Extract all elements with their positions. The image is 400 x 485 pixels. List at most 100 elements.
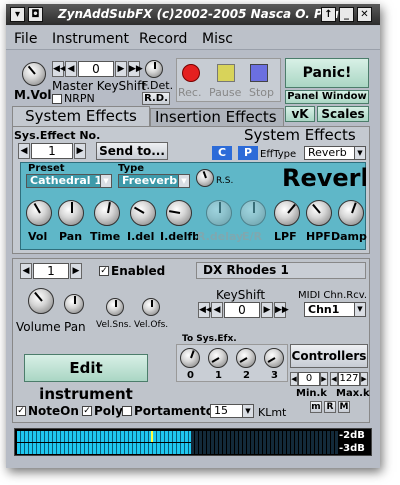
sys-effect-no-value[interactable]: 1 — [31, 143, 73, 159]
reverb-idel-knob[interactable] — [130, 200, 156, 226]
sys-effect-up-button[interactable]: ▶ — [74, 143, 86, 159]
part-keyshift-fast-down-button[interactable]: ◀◀ — [198, 302, 213, 318]
part-number-value[interactable]: 1 — [33, 263, 69, 279]
efftype-select[interactable]: Reverb ▼ — [304, 146, 366, 160]
reverb-vol-knob[interactable] — [26, 200, 52, 226]
preset-select[interactable]: Cathedral 1 ▼ — [26, 174, 112, 188]
nrpn-checkbox[interactable] — [52, 94, 62, 104]
noteon-checkbox[interactable]: ✓ — [16, 406, 26, 416]
enabled-checkbox[interactable]: ✓ — [99, 266, 109, 276]
title-bar: ▾ ◘ ZynAddSubFX (c)2002-2005 Nasca O. Pa… — [6, 4, 380, 25]
stop-label: Stop — [249, 86, 275, 99]
paste-effect-button[interactable]: P — [238, 146, 258, 160]
fine-detune-knob[interactable] — [145, 60, 163, 78]
part-keyshift-fast-up-button[interactable]: ▶▶ — [274, 302, 289, 318]
record-label: Rec. — [178, 86, 202, 99]
max-key-up-button[interactable]: ▶ — [360, 372, 368, 386]
menu-record[interactable]: Record — [139, 31, 187, 47]
controllers-button[interactable]: Controllers — [290, 344, 368, 368]
reverb-lpf-knob[interactable] — [274, 200, 300, 226]
reverb-damp-knob[interactable] — [338, 200, 364, 226]
virtual-keyboard-button[interactable]: vK — [285, 106, 315, 122]
part-volume-knob[interactable] — [28, 288, 54, 314]
instrument-name[interactable]: DX Rhodes 1 — [196, 262, 366, 279]
chevron-down-icon: ▼ — [242, 405, 253, 417]
reverb-pan-knob[interactable] — [58, 200, 84, 226]
min-key-value[interactable]: 0 — [298, 372, 320, 386]
part-keyshift-up-button[interactable]: ▶ — [261, 302, 273, 318]
raise-icon[interactable]: ↑ — [321, 7, 336, 22]
close-icon[interactable]: ✕ — [357, 7, 372, 22]
to-sys-efx-1-label: 1 — [215, 370, 222, 381]
to-sys-efx-0-knob[interactable] — [180, 348, 200, 368]
menu-misc[interactable]: Misc — [202, 31, 233, 47]
to-sys-efx-3-knob[interactable] — [264, 348, 284, 368]
vel-sns-knob[interactable] — [106, 298, 124, 316]
type-select[interactable]: Freeverb ▼ — [118, 174, 190, 188]
chevron-down-icon: ▼ — [178, 175, 189, 187]
to-sys-efx-2-label: 2 — [243, 370, 250, 381]
type-label: Type — [118, 163, 145, 174]
reset-detune-button[interactable]: R.D. — [142, 92, 170, 105]
part-down-button[interactable]: ◀ — [20, 263, 32, 279]
scales-button[interactable]: Scales — [317, 106, 369, 122]
sys-effect-down-button[interactable]: ◀ — [18, 143, 30, 159]
min-key-up-button[interactable]: ▶ — [320, 372, 328, 386]
keyshift-fast-up-button[interactable]: ▶▶ — [128, 61, 143, 77]
reverb-vol-label: Vol — [28, 230, 48, 243]
max-key-down-button[interactable]: ◀ — [330, 372, 338, 386]
poly-label: Poly — [94, 404, 123, 418]
reset-key-range-button[interactable]: R — [324, 401, 336, 413]
min-key-set-button[interactable]: m — [310, 401, 322, 413]
vu-left-bar — [17, 431, 191, 442]
vel-ofs-knob[interactable] — [142, 298, 160, 316]
vu-right-bar — [17, 443, 191, 454]
master-volume-knob[interactable] — [22, 62, 46, 86]
key-limit-select[interactable]: 15 ▼ — [210, 404, 254, 418]
stop-icon[interactable] — [250, 64, 268, 82]
portamento-label: Portamento — [134, 404, 214, 418]
window-menu-icon[interactable]: ▾ — [10, 7, 25, 22]
tab-insertion-effects[interactable]: Insertion Effects — [150, 108, 284, 126]
master-keyshift-label: Master KeyShift — [52, 79, 146, 93]
to-sys-efx-1-knob[interactable] — [208, 348, 228, 368]
record-icon[interactable] — [182, 64, 200, 82]
keyshift-down-button[interactable]: ◀ — [65, 61, 77, 77]
part-volume-label: Volume — [16, 320, 61, 334]
room-size-knob[interactable] — [196, 169, 214, 187]
part-keyshift-down-button[interactable]: ◀ — [211, 302, 223, 318]
panel-window-button[interactable]: Panel Window — [285, 90, 369, 104]
part-up-button[interactable]: ▶ — [70, 263, 82, 279]
midi-channel-select[interactable]: Chn1 ▼ — [304, 302, 366, 317]
to-sys-efx-2-knob[interactable] — [236, 348, 256, 368]
panic-button[interactable]: Panic! — [285, 58, 369, 88]
keyshift-fast-down-button[interactable]: ◀◀ — [52, 61, 67, 77]
max-key-set-button[interactable]: M — [338, 401, 350, 413]
minimize-icon[interactable]: _ — [339, 7, 354, 22]
menu-file[interactable]: File — [14, 31, 37, 47]
master-keyshift-value[interactable]: 0 — [78, 61, 114, 77]
reverb-idelfb-knob[interactable] — [166, 200, 192, 226]
window-settings-icon[interactable]: ◘ — [28, 7, 43, 22]
reverb-time-knob[interactable] — [94, 200, 120, 226]
portamento-checkbox[interactable] — [122, 406, 132, 416]
sys-effect-no-label: Sys.Effect No. — [14, 129, 101, 142]
reverb-hpf-knob[interactable] — [306, 200, 332, 226]
max-key-value[interactable]: 127 — [338, 372, 360, 386]
reverb-er-knob — [240, 200, 266, 226]
reverb-idelfb-label: I.delfb — [160, 230, 201, 243]
min-key-down-button[interactable]: ◀ — [290, 372, 298, 386]
edit-instrument-button[interactable]: Edit instrument — [24, 354, 148, 403]
copy-effect-button[interactable]: C — [212, 146, 232, 160]
system-effects-heading: System Effects — [244, 126, 356, 144]
vu-empty-segment — [191, 431, 339, 454]
poly-checkbox[interactable]: ✓ — [82, 406, 92, 416]
send-to-button[interactable]: Send to... — [96, 142, 168, 160]
part-pan-knob[interactable] — [64, 294, 84, 314]
part-keyshift-value[interactable]: 0 — [224, 302, 260, 318]
pause-icon[interactable] — [217, 64, 235, 82]
tab-system-effects[interactable]: System Effects — [12, 106, 150, 126]
menu-instrument[interactable]: Instrument — [52, 31, 129, 47]
keyshift-up-button[interactable]: ▶ — [115, 61, 127, 77]
reverb-lpf-label: LPF — [274, 230, 297, 243]
